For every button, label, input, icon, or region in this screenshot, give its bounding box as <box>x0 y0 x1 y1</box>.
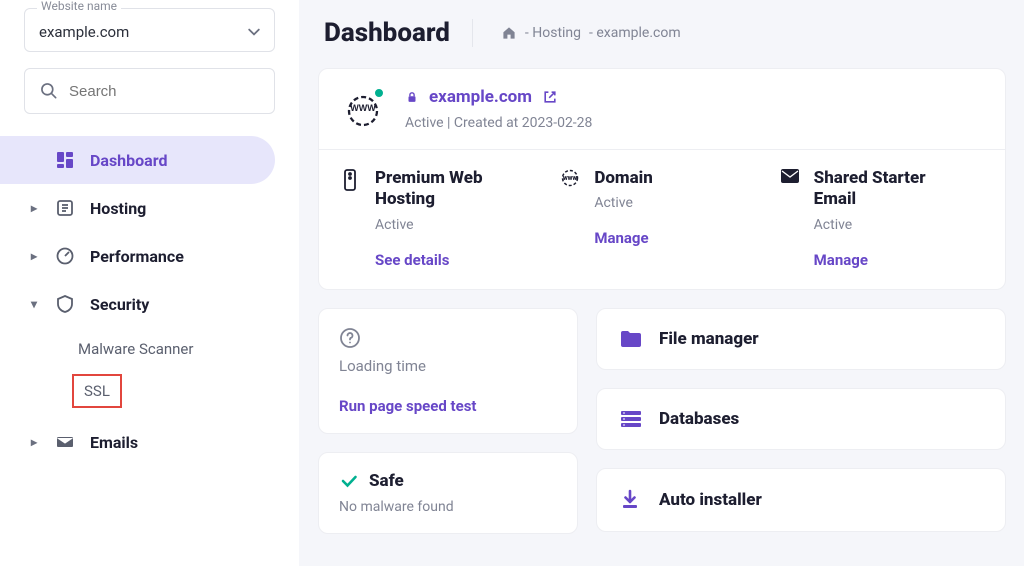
nav-hosting-label: Hosting <box>90 199 146 218</box>
chevron-right-icon: ▸ <box>28 201 40 215</box>
nav-security-ssl[interactable]: SSL <box>72 374 122 408</box>
database-icon <box>619 409 643 429</box>
tile-email-title2: Email <box>814 189 926 210</box>
globe-icon: WWW <box>560 168 580 269</box>
tile-email: Shared Starter Email Active Manage <box>772 164 991 273</box>
website-label: Website name <box>37 0 121 13</box>
gauge-icon <box>54 246 76 266</box>
tool-file-manager-label: File manager <box>659 329 759 349</box>
tool-file-manager[interactable]: File manager <box>596 308 1006 370</box>
status-dot-icon <box>373 87 385 99</box>
tool-databases[interactable]: Databases <box>596 388 1006 450</box>
site-status: Active | Created at 2023-02-28 <box>405 115 592 131</box>
nav-security-label: Security <box>90 295 149 314</box>
download-icon <box>619 489 643 511</box>
loading-time-label: Loading time <box>339 357 557 375</box>
website-value: example.com <box>39 23 129 41</box>
search-box[interactable] <box>24 68 275 114</box>
tile-email-title1: Shared Starter <box>814 168 926 189</box>
site-domain-row: example.com <box>405 87 592 107</box>
server-icon <box>341 168 361 269</box>
nav-emails-label: Emails <box>90 433 138 452</box>
site-card: WWW example.com Active | Created at 2023… <box>318 68 1006 150</box>
lock-icon <box>405 90 419 104</box>
page-header: Dashboard - Hosting - example.com <box>324 18 1006 48</box>
tiles-row: Premium Web Hosting Active See details W… <box>318 150 1006 290</box>
site-domain[interactable]: example.com <box>429 87 532 107</box>
tile-hosting-title2: Hosting <box>375 189 483 210</box>
tool-auto-installer[interactable]: Auto installer <box>596 468 1006 532</box>
tile-hosting-status: Active <box>375 217 483 233</box>
sidebar-nav: Dashboard ▸ Hosting ▸ Performance ▾ <box>0 128 299 466</box>
tile-domain-action[interactable]: Manage <box>594 229 653 247</box>
tile-email-status: Active <box>814 217 926 233</box>
nav-emails[interactable]: ▸ Emails <box>0 418 299 466</box>
external-link-icon[interactable] <box>542 89 558 105</box>
nav-security[interactable]: ▾ Security <box>0 280 299 328</box>
tile-hosting: Premium Web Hosting Active See details <box>333 164 552 273</box>
nav-dashboard[interactable]: Dashboard <box>0 136 275 184</box>
dashboard-icon <box>54 150 76 170</box>
run-speed-test[interactable]: Run page speed test <box>339 397 557 415</box>
tile-domain-title: Domain <box>594 168 653 189</box>
email-icon <box>54 432 76 452</box>
nav-performance-label: Performance <box>90 247 184 266</box>
main-content: Dashboard - Hosting - example.com WWW <box>300 0 1024 566</box>
search-icon <box>39 81 59 101</box>
sidebar: Website name example.com Dashboard <box>0 0 300 566</box>
nav-security-malware[interactable]: Malware Scanner <box>0 328 299 370</box>
chevron-right-icon: ▸ <box>28 435 40 449</box>
check-icon <box>339 471 359 491</box>
tile-domain-status: Active <box>594 195 653 211</box>
svg-text:WWW: WWW <box>350 103 376 113</box>
breadcrumb-seg2: - example.com <box>589 25 681 41</box>
breadcrumb: - Hosting - example.com <box>501 25 681 41</box>
nav-performance[interactable]: ▸ Performance <box>0 232 299 280</box>
page-title: Dashboard <box>324 18 450 48</box>
tile-hosting-action[interactable]: See details <box>375 251 483 269</box>
www-icon: WWW <box>341 87 385 131</box>
safe-sub: No malware found <box>339 499 557 515</box>
help-icon <box>339 327 557 349</box>
safe-title: Safe <box>369 471 404 491</box>
tile-hosting-title1: Premium Web <box>375 168 483 189</box>
tile-domain: WWW Domain Active Manage <box>552 164 771 273</box>
card-loading-time: Loading time Run page speed test <box>318 308 578 434</box>
divider <box>472 19 473 47</box>
chevron-down-icon: ▾ <box>28 297 40 311</box>
breadcrumb-seg1[interactable]: - Hosting <box>525 25 581 41</box>
chevron-right-icon: ▸ <box>28 249 40 263</box>
folder-icon <box>619 329 643 349</box>
search-input[interactable] <box>69 83 268 100</box>
nav-dashboard-label: Dashboard <box>90 151 167 170</box>
shield-icon <box>54 294 76 314</box>
card-safe: Safe No malware found <box>318 452 578 534</box>
tile-email-action[interactable]: Manage <box>814 251 926 269</box>
caret-down-icon <box>248 26 260 38</box>
email-icon <box>780 168 800 269</box>
hosting-icon <box>54 198 76 218</box>
home-icon[interactable] <box>501 25 517 41</box>
nav-hosting[interactable]: ▸ Hosting <box>0 184 299 232</box>
tool-databases-label: Databases <box>659 409 739 429</box>
svg-text:WWW: WWW <box>563 176 578 182</box>
tool-auto-installer-label: Auto installer <box>659 490 762 510</box>
website-selector[interactable]: Website name example.com <box>24 8 275 52</box>
